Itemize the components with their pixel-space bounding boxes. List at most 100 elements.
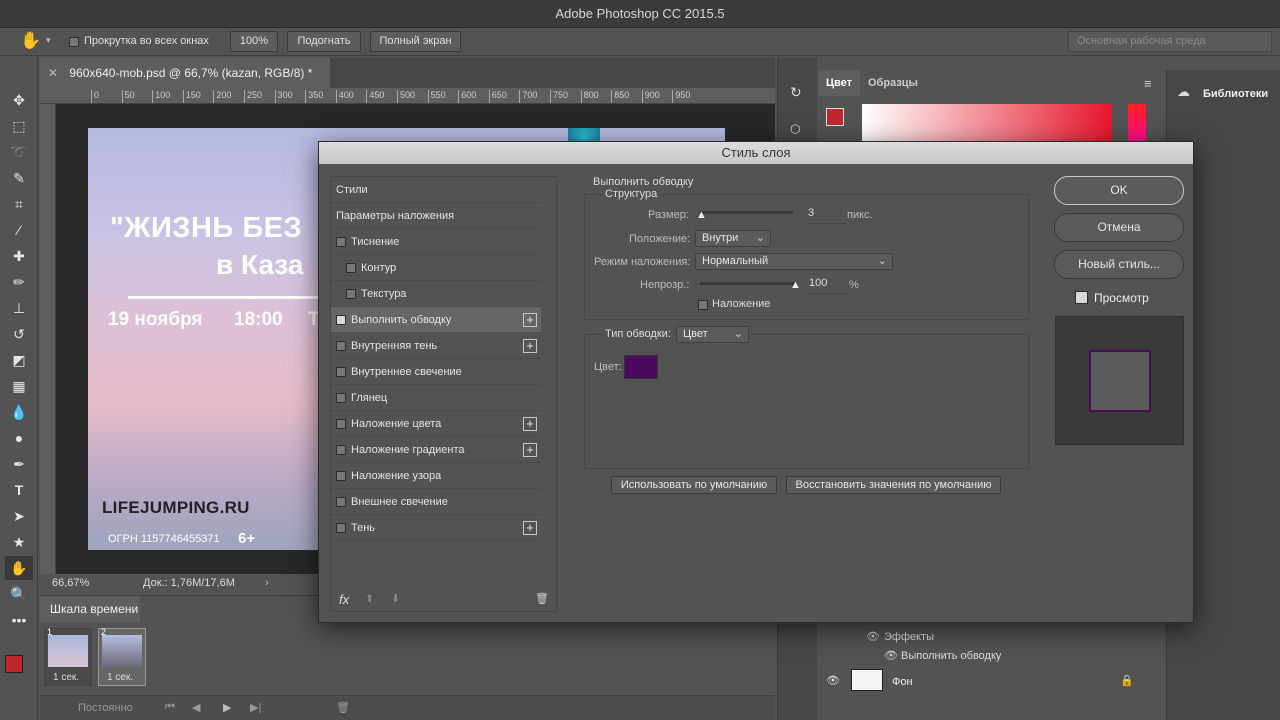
type-tool-icon[interactable]: T <box>5 478 33 502</box>
fill-type-select[interactable]: Цвет ⌄ <box>676 326 749 343</box>
workspace-select[interactable]: Основная рабочая среда <box>1068 31 1272 52</box>
trash-icon[interactable]: 🗑 <box>336 701 350 714</box>
zoom-level[interactable]: 66,67% <box>52 577 89 589</box>
status-menu-icon[interactable]: › <box>265 577 269 589</box>
clone-stamp-tool-icon[interactable]: ⊥ <box>5 296 33 320</box>
quick-select-tool-icon[interactable]: ✎ <box>5 166 33 190</box>
color-fg-swatch[interactable] <box>826 108 844 126</box>
style-checkbox[interactable] <box>336 237 346 247</box>
scroll-all-checkbox[interactable] <box>69 36 79 48</box>
style-item[interactable]: Тиснение <box>331 229 541 255</box>
opacity-slider-handle[interactable]: ▲ <box>790 279 801 291</box>
foreground-color-swatch[interactable] <box>5 655 23 673</box>
marquee-tool-icon[interactable]: ⬚ <box>5 114 33 138</box>
style-checkbox[interactable] <box>336 315 346 325</box>
hand-tool-active-icon[interactable]: ✋ <box>5 556 33 580</box>
add-effect-icon[interactable]: + <box>523 313 537 327</box>
style-checkbox[interactable] <box>336 445 346 455</box>
frame-delay[interactable]: 1 сек. <box>53 672 79 683</box>
style-item[interactable]: Наложение узора <box>331 463 541 489</box>
close-tab-icon[interactable]: ✕ <box>48 66 58 80</box>
first-frame-icon[interactable]: ⏮ <box>165 701 175 714</box>
eraser-tool-icon[interactable]: ◩ <box>5 348 33 372</box>
brush-tool-icon[interactable]: ✏ <box>5 270 33 294</box>
style-item[interactable]: Параметры наложения <box>331 203 541 229</box>
tab-color[interactable]: Цвет <box>818 70 860 96</box>
position-select[interactable]: Внутри ⌄ <box>695 230 771 247</box>
new-style-button[interactable]: Новый стиль... <box>1054 250 1184 279</box>
move-up-icon[interactable]: ⬆ <box>365 592 374 605</box>
timeline-tab[interactable]: Шкала времени <box>40 596 140 622</box>
more-tools-icon[interactable]: ••• <box>5 608 33 632</box>
gradient-tool-icon[interactable]: ▦ <box>5 374 33 398</box>
style-checkbox[interactable] <box>336 341 346 351</box>
size-slider-handle[interactable]: ▲ <box>696 209 707 221</box>
style-item[interactable]: Глянец <box>331 385 541 411</box>
add-effect-icon[interactable]: + <box>523 521 537 535</box>
dodge-tool-icon[interactable]: ● <box>5 426 33 450</box>
3d-icon[interactable]: ⬡ <box>790 122 800 136</box>
size-input[interactable]: 3 <box>806 207 846 224</box>
zoom-100-button[interactable]: 100% <box>230 31 278 52</box>
style-checkbox[interactable] <box>336 497 346 507</box>
chevron-down-icon[interactable]: ▾ <box>46 35 51 46</box>
size-slider[interactable] <box>700 211 793 214</box>
shape-tool-icon[interactable]: ★ <box>5 530 33 554</box>
timeline-frame-2[interactable]: 2 1 сек. <box>98 627 146 686</box>
style-item[interactable]: Выполнить обводку + <box>331 307 541 333</box>
style-checkbox[interactable] <box>336 523 346 533</box>
style-item[interactable]: Наложение градиента + <box>331 437 541 463</box>
healing-brush-tool-icon[interactable]: ✚ <box>5 244 33 268</box>
libraries-label[interactable]: Библиотеки <box>1203 88 1268 100</box>
eye-icon[interactable]: 👁 <box>826 674 840 687</box>
prev-frame-icon[interactable]: ◀ <box>192 701 200 714</box>
layer-background-name[interactable]: Фон <box>892 676 913 688</box>
panel-menu-icon[interactable]: ≡ <box>1144 76 1152 91</box>
timeline-frame-1[interactable]: 1 1 сек. <box>44 627 92 686</box>
eye-icon[interactable]: 👁 <box>866 630 880 643</box>
history-icon[interactable]: ↻ <box>790 84 802 101</box>
style-checkbox[interactable] <box>336 367 346 377</box>
add-effect-icon[interactable]: + <box>523 443 537 457</box>
lasso-tool-icon[interactable]: ➰ <box>5 140 33 164</box>
blur-tool-icon[interactable]: 💧 <box>5 400 33 424</box>
eye-icon[interactable]: 👁 <box>884 649 898 662</box>
make-default-button[interactable]: Использовать по умолчанию <box>611 476 777 494</box>
hand-tool-icon[interactable]: ✋ <box>20 31 41 51</box>
blend-mode-select[interactable]: Нормальный ⌄ <box>695 253 893 270</box>
fx-icon[interactable]: fx <box>339 592 349 607</box>
opacity-input[interactable]: 100 <box>807 277 847 294</box>
style-item[interactable]: Внутреннее свечение <box>331 359 541 385</box>
frame-delay[interactable]: 1 сек. <box>107 672 133 683</box>
loop-select[interactable]: Постоянно <box>78 702 133 714</box>
document-tab[interactable]: ✕ 960x640-mob.psd @ 66,7% (kazan, RGB/8)… <box>40 58 330 88</box>
style-checkbox[interactable] <box>336 471 346 481</box>
style-checkbox[interactable] <box>346 263 356 273</box>
fit-screen-button[interactable]: Подогнать <box>287 31 361 52</box>
ok-button[interactable]: OK <box>1054 176 1184 205</box>
overprint-checkbox[interactable] <box>698 299 708 311</box>
eyedropper-tool-icon[interactable]: ⁄ <box>5 218 33 242</box>
style-item[interactable]: Наложение цвета + <box>331 411 541 437</box>
style-item[interactable]: Внутренняя тень + <box>331 333 541 359</box>
cloud-icon[interactable]: ☁ <box>1177 84 1190 100</box>
pen-tool-icon[interactable]: ✒ <box>5 452 33 476</box>
style-item[interactable]: Контур <box>331 255 541 281</box>
style-item[interactable]: Стили <box>331 177 541 203</box>
reset-default-button[interactable]: Восстановить значения по умолчанию <box>786 476 1001 494</box>
style-checkbox[interactable] <box>346 289 356 299</box>
play-icon[interactable]: ▶ <box>223 701 231 714</box>
preview-checkbox[interactable] <box>1075 291 1088 304</box>
path-select-tool-icon[interactable]: ➤ <box>5 504 33 528</box>
full-screen-button[interactable]: Полный экран <box>370 31 461 52</box>
style-checkbox[interactable] <box>336 393 346 403</box>
move-tool-icon[interactable]: ✥ <box>5 88 33 112</box>
next-frame-icon[interactable]: ▶| <box>250 701 261 714</box>
stroke-color-swatch[interactable] <box>624 355 658 379</box>
style-item[interactable]: Текстура <box>331 281 541 307</box>
style-item[interactable]: Тень + <box>331 515 541 541</box>
style-item[interactable]: Внешнее свечение <box>331 489 541 515</box>
move-down-icon[interactable]: ⬇ <box>391 592 400 605</box>
style-checkbox[interactable] <box>336 419 346 429</box>
tab-swatches[interactable]: Образцы <box>868 77 918 89</box>
